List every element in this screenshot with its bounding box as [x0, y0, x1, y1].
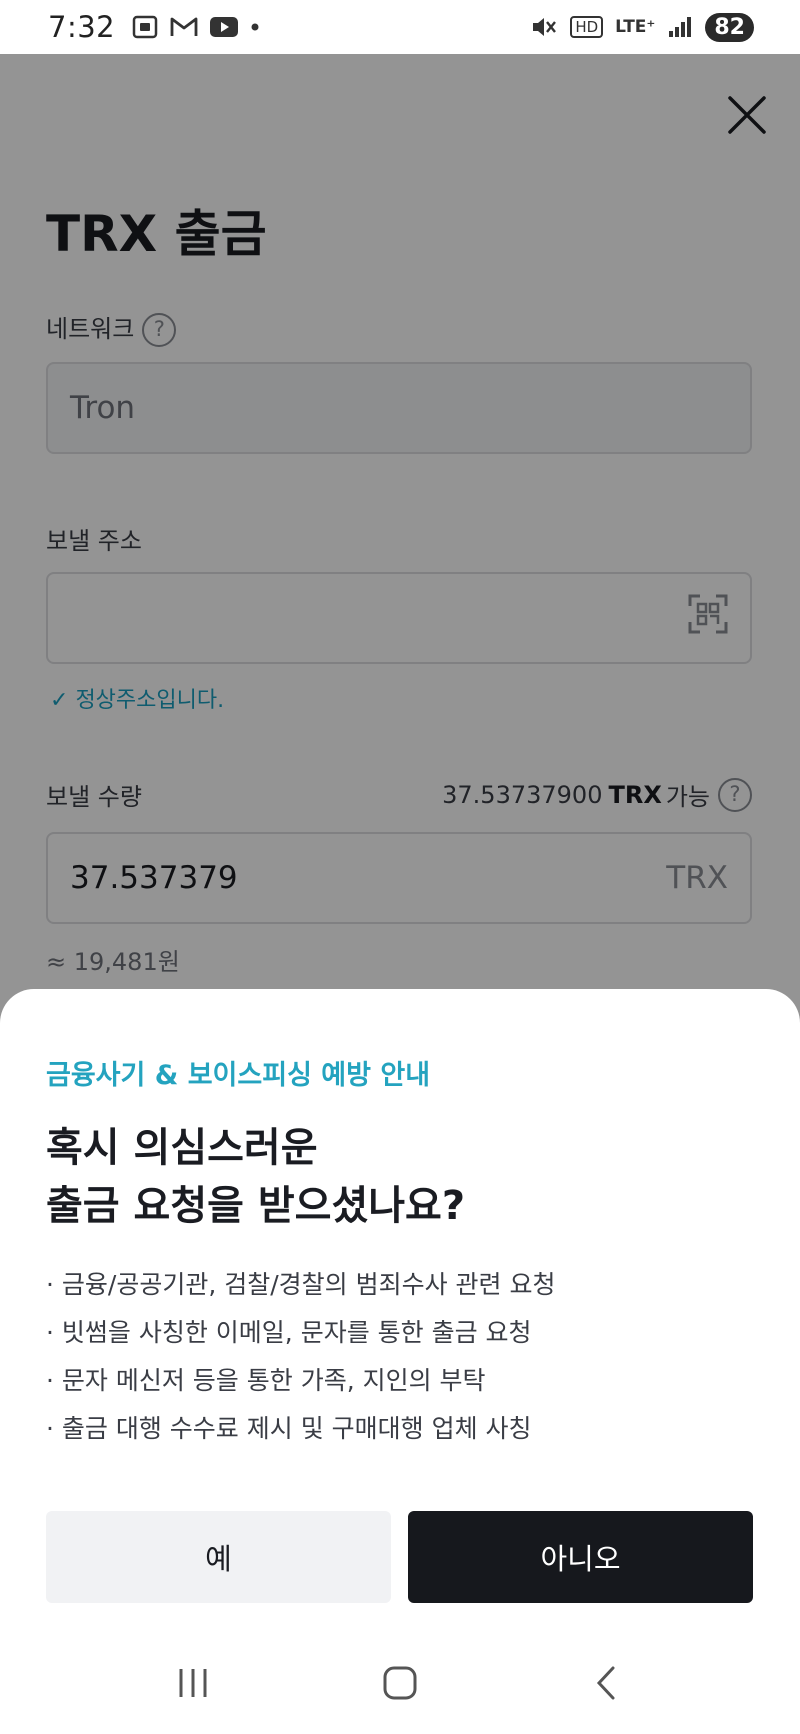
list-item: 문자 메신저 등을 통한 가족, 지인의 부탁 — [46, 1357, 556, 1405]
battery-indicator: 82 — [705, 12, 754, 42]
dot-icon — [251, 23, 259, 31]
no-button[interactable]: 아니오 — [408, 1511, 753, 1603]
hd-icon: HD — [570, 16, 604, 38]
signal-icon — [669, 17, 692, 37]
gmail-icon — [170, 17, 198, 36]
sheet-heading: 혹시 의심스러운 출금 요청을 받으셨나요? — [46, 1125, 466, 1229]
list-item: 빗썸을 사칭한 이메일, 문자를 통한 출금 요청 — [46, 1309, 556, 1357]
status-bar: 7:32 HD LTE⁺ 82 — [0, 0, 800, 54]
navigation-bar — [0, 1632, 800, 1734]
screenshot-icon — [132, 15, 158, 39]
back-icon[interactable] — [587, 1663, 627, 1703]
youtube-icon — [210, 17, 239, 37]
notification-icons — [131, 14, 261, 40]
status-time: 7:32 — [48, 10, 116, 44]
system-icons: HD LTE⁺ 82 — [530, 12, 754, 42]
recent-apps-icon[interactable] — [173, 1665, 213, 1701]
lte-icon: LTE⁺ — [615, 17, 656, 37]
yes-button[interactable]: 예 — [46, 1511, 391, 1603]
fraud-warning-sheet: 금융사기 & 보이스피싱 예방 안내 혹시 의심스러운 출금 요청을 받으셨나요… — [0, 989, 800, 1734]
list-item: 출금 대행 수수료 제시 및 구매대행 업체 사칭 — [46, 1405, 556, 1453]
mute-icon — [533, 18, 557, 36]
warning-list: 금융/공공기관, 검찰/경찰의 범죄수사 관련 요청 빗썸을 사칭한 이메일, … — [46, 1261, 556, 1453]
notice-title: 금융사기 & 보이스피싱 예방 안내 — [46, 1060, 431, 1091]
list-item: 금융/공공기관, 검찰/경찰의 범죄수사 관련 요청 — [46, 1261, 556, 1309]
home-icon[interactable] — [380, 1663, 420, 1703]
